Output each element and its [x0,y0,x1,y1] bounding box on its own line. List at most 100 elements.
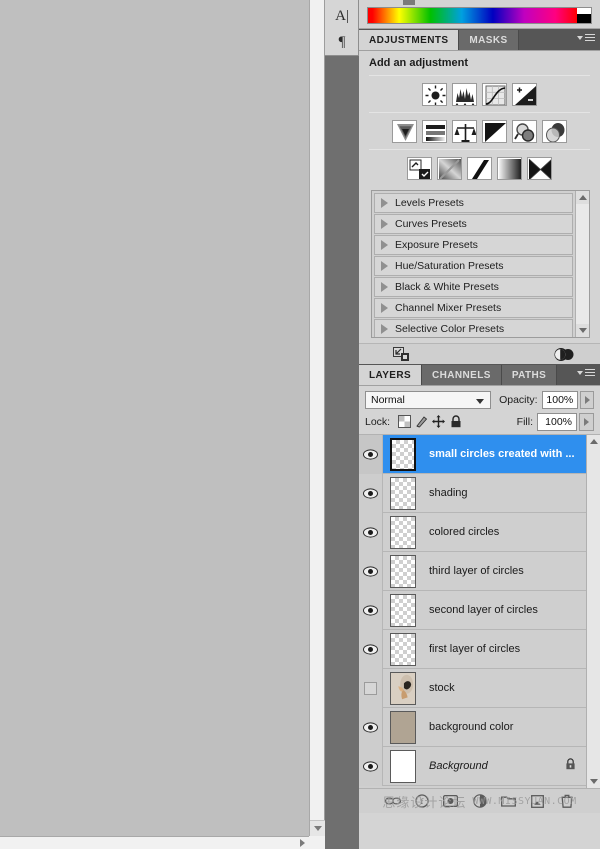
layer-thumbnail-cell[interactable] [383,632,423,666]
table-row[interactable]: Background [359,746,586,786]
layer-name[interactable]: stock [423,682,586,694]
add-layer-mask-icon[interactable] [443,793,459,809]
adjustment-presets-list[interactable]: Levels Presets Curves Presets Exposure P… [371,190,590,338]
layer-visibility-toggle[interactable] [359,668,383,708]
layer-visibility-toggle[interactable] [359,551,383,591]
preset-curves[interactable]: Curves Presets [374,214,573,234]
table-row[interactable]: small circles created with ... [359,435,586,474]
layer-style-icon[interactable]: f [414,793,430,809]
layer-name[interactable]: small circles created with ... [423,448,586,460]
layer-visibility-toggle[interactable] [359,707,383,747]
layer-visibility-toggle[interactable] [359,746,383,786]
document-canvas[interactable] [0,0,309,849]
layer-thumbnail-cell[interactable] [383,515,423,549]
layers-scroll-up-arrow[interactable] [587,435,600,448]
layer-thumbnail-cell[interactable] [383,749,423,783]
canvas-horizontal-scrollbar[interactable] [0,836,309,849]
color-balance-icon[interactable] [452,120,477,143]
layers-scroll-down-arrow[interactable] [587,775,600,788]
table-row[interactable]: background color [359,707,586,747]
adjustments-panel-menu-button[interactable] [577,34,595,41]
lock-image-pixels-icon[interactable] [413,414,430,430]
preset-channel-mixer[interactable]: Channel Mixer Presets [374,298,573,318]
table-row[interactable]: colored circles [359,512,586,552]
layer-thumbnail-cell[interactable] [383,710,423,744]
photo-filter-icon[interactable] [512,120,537,143]
preset-exposure[interactable]: Exposure Presets [374,235,573,255]
color-panel-ramp[interactable] [367,7,592,24]
layer-name[interactable]: shading [423,487,586,499]
presets-scrollbar[interactable] [575,191,589,337]
lock-transparent-pixels-icon[interactable] [396,414,413,430]
opacity-input[interactable]: 100% [541,390,579,409]
eye-icon [363,526,378,538]
layer-thumbnail-cell[interactable] [383,671,423,705]
threshold-icon[interactable] [467,157,492,180]
layer-visibility-toggle[interactable] [359,590,383,630]
layer-visibility-toggle[interactable] [359,473,383,513]
invert-icon[interactable] [407,157,432,180]
preset-selective-color[interactable]: Selective Color Presets [374,319,573,337]
tab-channels[interactable]: CHANNELS [422,365,502,385]
presets-scroll-down-arrow[interactable] [576,324,589,337]
curves-icon[interactable] [482,83,507,106]
opacity-stepper[interactable] [580,390,594,409]
layer-thumbnail-cell[interactable] [383,476,423,510]
table-row[interactable]: shading [359,473,586,513]
presets-scroll-up-arrow[interactable] [576,191,589,204]
tab-paths[interactable]: PATHS [501,365,558,385]
fill-input[interactable]: 100% [537,412,577,431]
layer-name[interactable]: colored circles [423,526,586,538]
layer-visibility-toggle[interactable] [359,435,383,474]
gradient-map-icon[interactable] [497,157,522,180]
canvas-scroll-right-arrow[interactable] [295,837,309,849]
layer-visibility-toggle[interactable] [359,512,383,552]
black-swatch[interactable] [577,14,591,23]
table-row[interactable]: third layer of circles [359,551,586,591]
table-row[interactable]: first layer of circles [359,629,586,669]
link-layers-icon[interactable] [384,793,401,809]
brightness-contrast-icon[interactable] [422,83,447,106]
table-row[interactable]: second layer of circles [359,590,586,630]
delete-layer-icon[interactable] [559,793,575,809]
new-layer-icon[interactable] [530,793,546,809]
lock-all-icon[interactable] [447,414,464,430]
tab-adjustments[interactable]: ADJUSTMENTS [359,30,460,50]
canvas-scroll-down-arrow[interactable] [310,820,325,836]
eye-icon-off [364,681,377,695]
preset-levels[interactable]: Levels Presets [374,193,573,213]
layers-scrollbar[interactable] [586,435,600,788]
table-row[interactable]: stock [359,668,586,708]
layer-name[interactable]: third layer of circles [423,565,586,577]
layer-thumbnail-cell[interactable] [383,554,423,588]
layer-name[interactable]: first layer of circles [423,643,586,655]
vibrance-icon[interactable] [392,120,417,143]
posterize-icon[interactable] [437,157,462,180]
new-adjustment-layer-icon[interactable] [472,793,488,809]
paragraph-panel-icon[interactable]: ¶ [325,29,359,55]
hue-saturation-icon[interactable] [422,120,447,143]
new-group-icon[interactable] [501,793,517,809]
preset-black-white[interactable]: Black & White Presets [374,277,573,297]
layer-thumbnail-cell[interactable] [383,593,423,627]
preset-hue-saturation[interactable]: Hue/Saturation Presets [374,256,573,276]
blend-mode-select[interactable]: Normal [365,390,492,409]
character-panel-icon[interactable]: A| [325,3,359,29]
tab-masks[interactable]: MASKS [459,30,519,50]
layer-thumbnail-cell[interactable] [383,437,423,471]
levels-icon[interactable] [452,83,477,106]
layer-name[interactable]: second layer of circles [423,604,586,616]
layer-visibility-toggle[interactable] [359,629,383,669]
selective-color-icon[interactable] [527,157,552,180]
lock-position-icon[interactable] [430,414,447,430]
exposure-icon[interactable] [512,83,537,106]
tab-layers[interactable]: LAYERS [359,365,423,385]
layer-list[interactable]: small circles created with ... shading c… [359,434,600,788]
fill-stepper[interactable] [579,412,594,431]
canvas-vertical-scrollbar[interactable] [309,0,325,836]
layer-name[interactable]: background color [423,721,586,733]
layer-name[interactable]: Background [423,760,565,772]
black-white-icon[interactable] [482,120,507,143]
channel-mixer-icon[interactable] [542,120,567,143]
layers-panel-menu-button[interactable] [577,369,595,376]
